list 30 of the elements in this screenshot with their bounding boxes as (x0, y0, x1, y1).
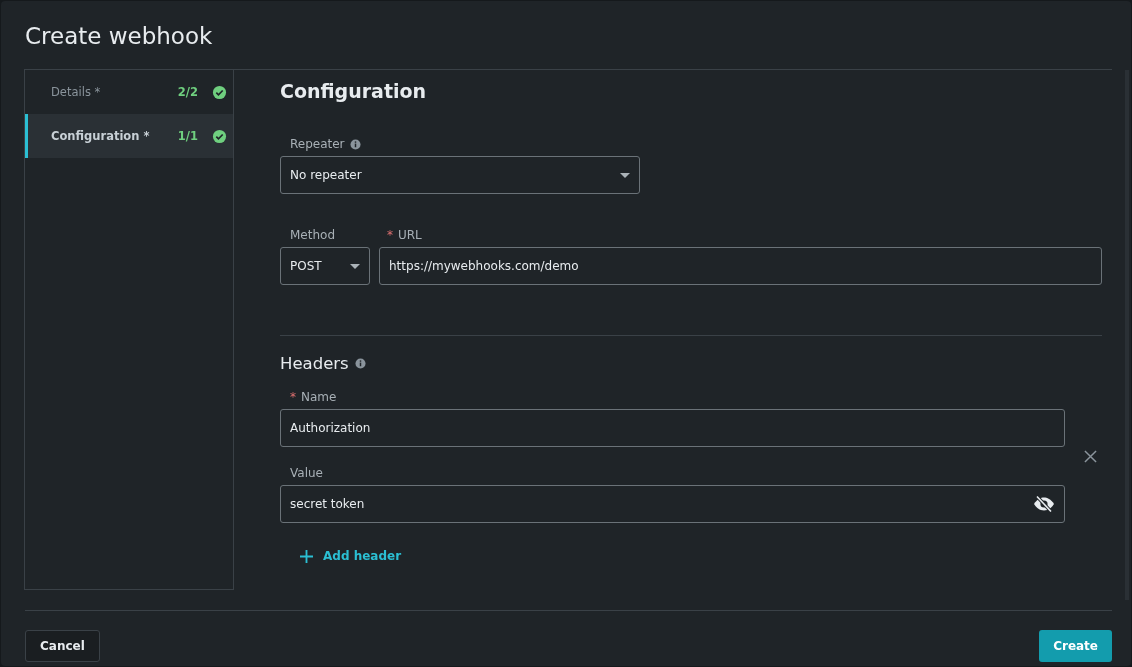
url-input[interactable]: https://mywebhooks.com/demo (379, 247, 1102, 285)
eye-slash-icon[interactable] (1033, 495, 1055, 513)
field-label: Value (290, 466, 323, 480)
info-icon (354, 358, 366, 369)
cancel-button[interactable]: Cancel (25, 630, 100, 662)
plus-icon (300, 549, 313, 563)
repeater-select[interactable]: No repeater (280, 156, 640, 194)
step-label: Details * (51, 85, 102, 99)
step-item[interactable]: Configuration * 1/1 (25, 114, 233, 158)
caret-icon (350, 263, 360, 269)
header-value-input[interactable]: secret token (280, 485, 1065, 523)
section-title: Headers (280, 354, 349, 373)
caret-icon (620, 172, 630, 178)
field-label: Name (301, 390, 337, 404)
step-label: Configuration * (51, 129, 151, 143)
dialog-title: Create webhook (24, 22, 214, 48)
step-count: 2/2 (177, 85, 198, 99)
close-icon[interactable] (1084, 449, 1097, 463)
section-title: Configuration (280, 80, 428, 102)
field-label: URL (398, 228, 422, 242)
add-header-button[interactable]: Add header (298, 547, 404, 565)
field-label: Method (290, 228, 335, 242)
required-mark: * (290, 390, 296, 404)
info-icon (349, 138, 361, 150)
method-select[interactable]: POST (280, 247, 370, 285)
step-count: 1/1 (177, 129, 198, 143)
header-name-input[interactable]: Authorization (280, 409, 1065, 447)
field-label: Repeater (290, 137, 345, 151)
required-mark: * (387, 228, 393, 242)
step-item[interactable]: Details * 2/2 (25, 70, 233, 114)
